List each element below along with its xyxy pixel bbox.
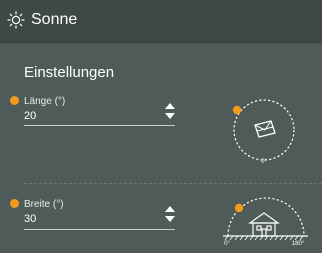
latitude-stepper[interactable] — [164, 205, 176, 223]
longitude-status-dot — [10, 96, 19, 105]
increment-icon[interactable] — [165, 206, 175, 212]
sun-position-marker[interactable] — [232, 105, 242, 115]
panel-header: Sonne — [0, 0, 322, 43]
sun-icon — [7, 11, 25, 29]
longitude-diagram: 0° — [232, 99, 295, 165]
longitude-label: Länge (°) — [24, 96, 66, 107]
increment-icon[interactable] — [165, 103, 175, 109]
section-divider — [24, 183, 322, 184]
longitude-stepper[interactable] — [164, 102, 176, 120]
decrement-icon[interactable] — [165, 113, 175, 119]
house-side-view-icon — [248, 212, 280, 237]
decrement-icon[interactable] — [165, 216, 175, 222]
longitude-input[interactable]: 20 — [24, 110, 36, 123]
longitude-input-underline — [24, 125, 175, 126]
ground-hatch — [224, 235, 304, 241]
longitude-zero-label: 0° — [261, 159, 267, 165]
latitude-right-label: 180° — [292, 241, 305, 247]
latitude-input[interactable]: 30 — [24, 213, 36, 226]
sun-elevation-marker[interactable] — [234, 203, 244, 213]
section-title: Einstellungen — [24, 64, 115, 81]
latitude-label: Breite (°) — [24, 199, 64, 210]
house-top-view-icon — [254, 120, 276, 138]
latitude-status-dot — [10, 199, 19, 208]
latitude-diagram: 0° 180° — [223, 197, 308, 247]
latitude-left-label: 0° — [224, 241, 230, 247]
latitude-input-underline — [24, 229, 175, 230]
panel-title: Sonne — [31, 11, 78, 28]
